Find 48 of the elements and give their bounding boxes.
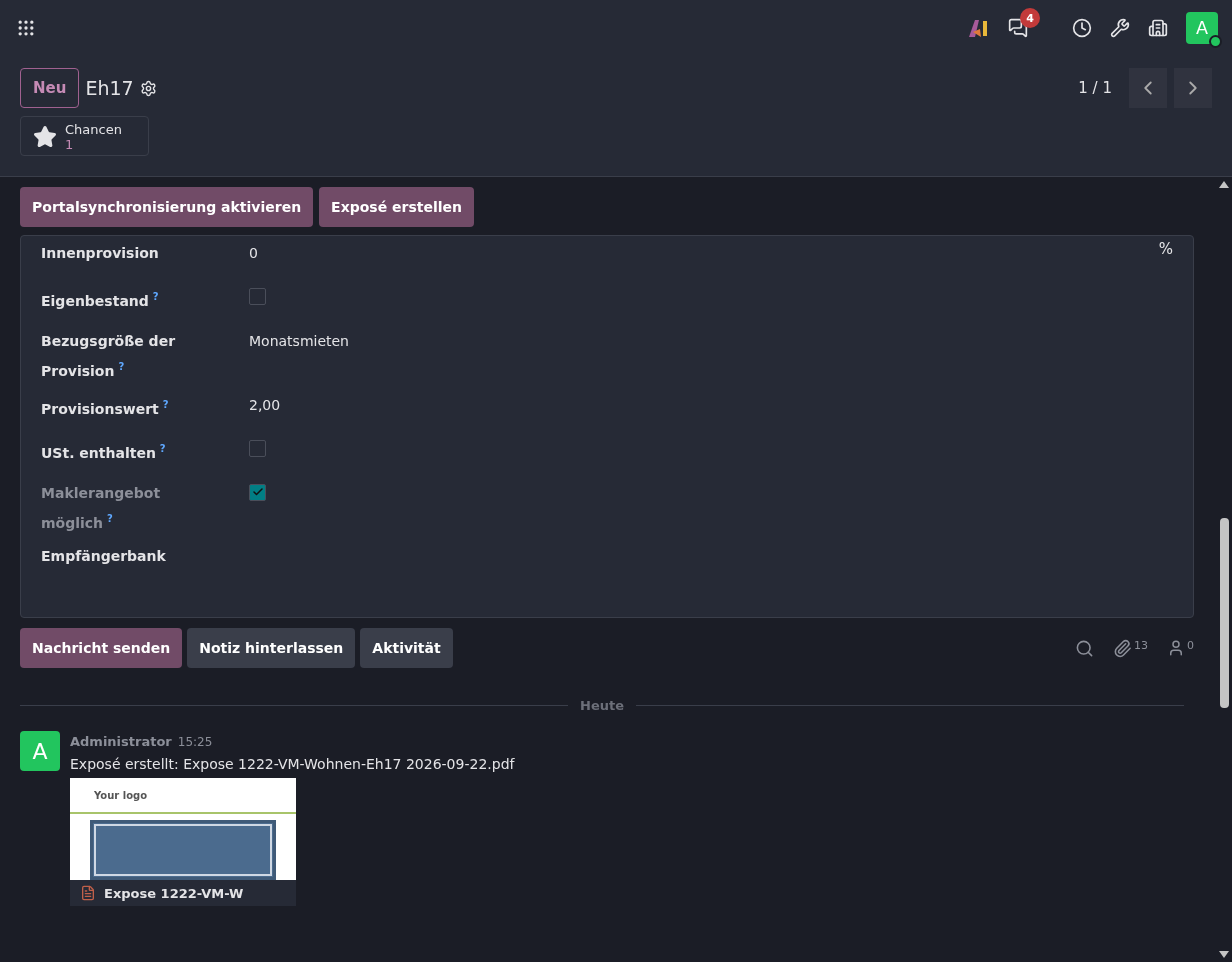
field-label: Eigenbestand $^{?}$ <box>41 290 160 311</box>
apps-menu-icon[interactable] <box>16 18 36 38</box>
field-value[interactable]: 2,00 <box>249 391 1173 418</box>
checkbox[interactable] <box>249 288 266 305</box>
smart-button-count: 1 <box>65 137 75 152</box>
attachment-name: Expose 1222-VM-W <box>104 885 244 901</box>
chatter-button[interactable]: Notiz hinterlassen <box>187 628 356 669</box>
chatter-button[interactable]: Aktivität <box>360 628 453 669</box>
field-value[interactable]: Monatsmieten <box>249 328 1173 354</box>
smart-button[interactable]: Chancen 1 <box>20 116 149 156</box>
tools-icon[interactable] <box>1110 18 1130 38</box>
chat-icon[interactable] <box>1008 18 1028 38</box>
star-icon <box>33 125 57 149</box>
followers-count[interactable]: 0 <box>1167 639 1194 658</box>
message-time: 15:25 <box>177 735 213 750</box>
field-label: Provisionswert $^{?}$ <box>41 397 170 419</box>
field-label: Bezugsgröße der Provision $^{?}$ <box>41 332 177 381</box>
ai-logo-icon[interactable] <box>968 18 990 38</box>
field-label: Maklerangebot möglich $^{?}$ <box>41 483 162 533</box>
percent-suffix: % <box>1158 240 1173 258</box>
search-icon[interactable] <box>1075 638 1094 658</box>
message-text: Exposé erstellt: Expose 1222-VM-Wohnen-Eh17 2026-09-22.pdf <box>70 756 515 773</box>
action-button[interactable]: Portalsynchronisierung aktivieren <box>20 187 314 227</box>
attachment-card[interactable]: Your logo Expose 1222-VM-W <box>70 778 296 907</box>
author-avatar: A <box>20 731 60 772</box>
new-button[interactable]: Neu <box>20 68 80 108</box>
checkbox[interactable] <box>249 483 266 501</box>
date-separator: Heute <box>580 698 624 714</box>
chatter-button[interactable]: Nachricht senden <box>20 628 183 669</box>
clock-icon[interactable] <box>1072 18 1092 38</box>
record-title: Eh17 <box>85 77 134 99</box>
notification-badge: 4 <box>1020 8 1040 28</box>
building-icon[interactable] <box>1148 18 1168 38</box>
previous-button[interactable] <box>1129 68 1167 108</box>
preview-logo-text: Your logo <box>94 789 148 801</box>
message-author: Administrator <box>70 734 172 750</box>
smart-button-label: Chancen <box>65 122 122 137</box>
field-label: Empfängerbank <box>41 547 167 567</box>
field-label: Innenprovision <box>41 244 160 263</box>
pdf-file-icon <box>80 885 96 902</box>
action-button[interactable]: Exposé erstellen <box>319 187 475 227</box>
checkbox[interactable] <box>249 439 266 457</box>
next-button[interactable] <box>1174 68 1212 108</box>
attachments-count[interactable]: 13 <box>1113 638 1148 658</box>
pager-counter: 1 / 1 <box>1078 79 1112 97</box>
field-label: USt. enthalten $^{?}$ <box>41 441 167 463</box>
settings-icon[interactable] <box>139 79 157 97</box>
field-value[interactable]: 0 <box>249 240 1159 266</box>
